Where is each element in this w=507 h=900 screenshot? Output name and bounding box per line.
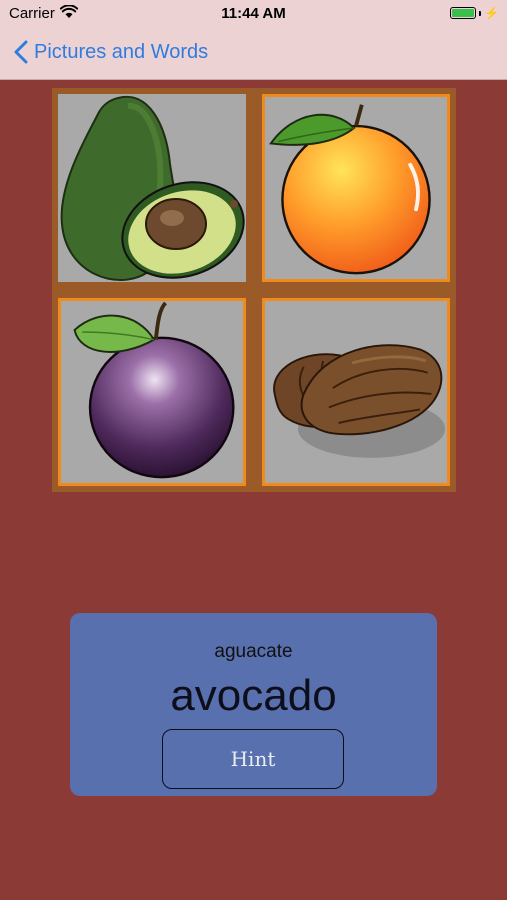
chevron-left-icon (14, 40, 28, 64)
status-bar: Carrier 11:44 AM ⚡ (0, 0, 507, 28)
navigation-bar: Pictures and Words (0, 28, 507, 78)
charging-icon: ⚡ (484, 6, 499, 20)
english-word: avocado (170, 671, 337, 720)
clock: 11:44 AM (221, 5, 286, 22)
plum-image (73, 301, 235, 479)
avocado-image (60, 95, 245, 281)
battery-indicator: ⚡ (450, 6, 499, 20)
dates-image (273, 344, 446, 458)
picture-grid (52, 88, 456, 492)
word-card: aguacate avocado Hint (70, 613, 437, 796)
back-button[interactable]: Pictures and Words (14, 40, 208, 64)
hint-button[interactable]: Hint (162, 729, 344, 789)
tile-orange[interactable] (262, 94, 450, 282)
tile-avocado[interactable] (58, 94, 246, 282)
tile-dates[interactable] (262, 298, 450, 486)
back-button-label: Pictures and Words (34, 40, 209, 63)
tile-plum[interactable] (58, 298, 246, 486)
battery-fill (452, 9, 475, 17)
orange-image (269, 104, 431, 275)
battery-icon (450, 7, 477, 19)
native-word: aguacate (214, 641, 293, 662)
top-bar: Carrier 11:44 AM ⚡ Pictures and Words (0, 0, 507, 80)
